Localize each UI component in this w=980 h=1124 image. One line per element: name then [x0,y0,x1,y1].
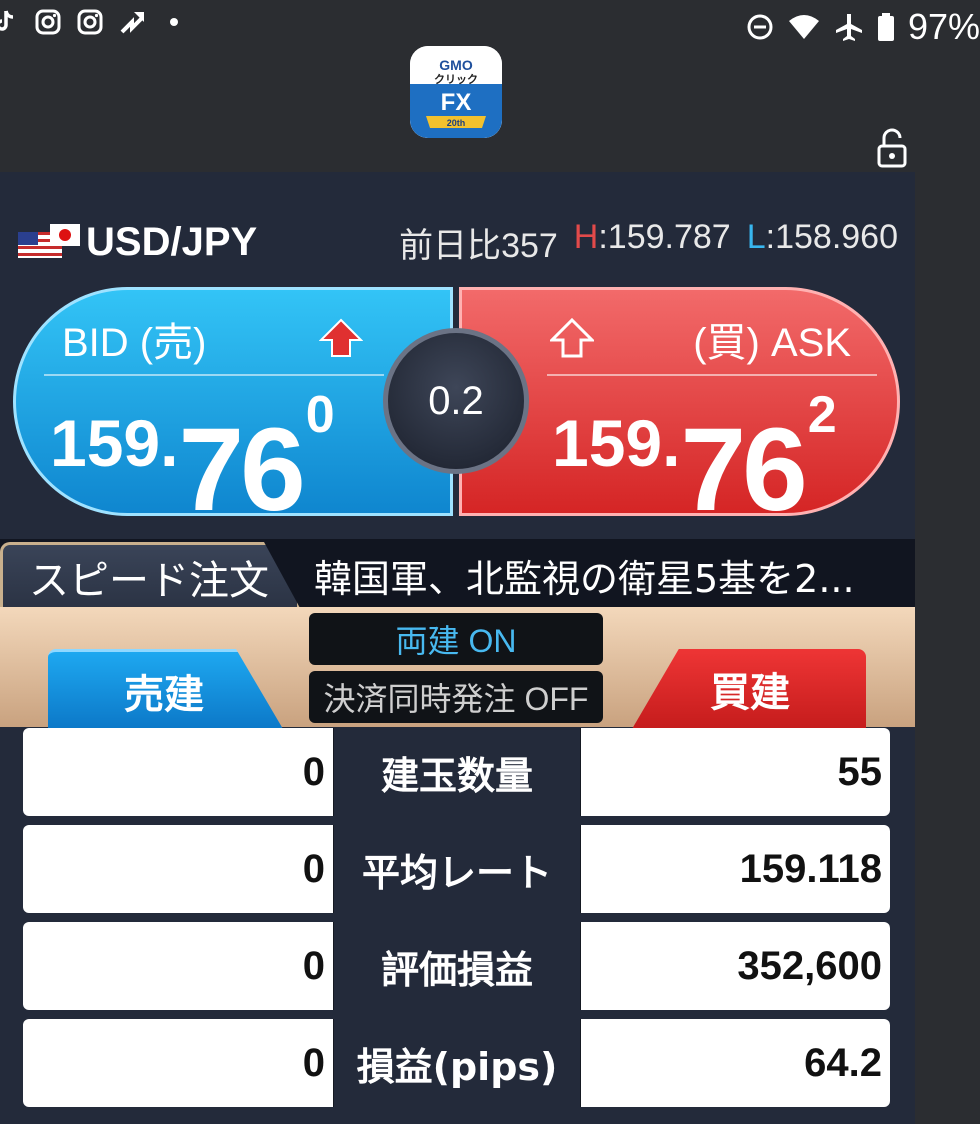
low-value: :158.960 [765,217,898,256]
ask-divider [547,374,877,376]
change-label: 前日比 [399,226,502,265]
hedge-toggle[interactable]: 両建 ON [309,613,603,665]
buy-position-value: 64.2 [581,1019,890,1107]
arrow-up-icon [319,318,363,357]
speed-order-tab[interactable]: スピード注文 [0,542,300,608]
table-row: 0 建玉数量 55 [23,728,890,816]
change-value: 357 [501,226,558,265]
news-ticker[interactable]: 韓国軍、北監視の衛星5基を2... [314,548,855,603]
bid-price-small: 159. [50,406,179,480]
sync-arrow-icon [120,12,144,34]
sell-position-value: 0 [23,728,333,816]
low-label: L [746,217,766,256]
high-label: H [573,217,599,256]
instagram-icon [77,9,103,35]
tiktok-icon [0,10,14,31]
battery-percent: 97% [907,6,980,47]
gmo-logo-icon: GMO クリック FX 20th [410,46,502,138]
row-label: 平均レート [333,825,581,913]
ask-price-sup: 2 [807,386,837,444]
ask-price-small: 159. [552,406,681,480]
pair-stats: 前日比357 H:159.787 L:158.960 [399,218,898,267]
sell-open-button[interactable]: 売建 [48,649,283,729]
bid-price-sup: 0 [305,386,335,444]
svg-text:FX: FX [441,89,472,116]
buy-open-button[interactable]: 買建 [632,649,866,729]
unlock-icon[interactable] [876,128,908,168]
currency-pair-name: USD/JPY [86,219,258,264]
status-bar: 97% [0,0,980,50]
dot-icon [170,18,178,26]
airplane-icon [835,14,862,41]
ask-label: (買) ASK [693,321,851,365]
spread-indicator: 0.2 [383,328,529,474]
arrow-up-outline-icon [550,318,594,358]
high-group: H:159.787 [574,218,731,267]
usd-jpy-flag-icon [18,224,80,258]
trading-panel: USD/JPY 前日比357 H:159.787 L:158.960 BID (… [0,172,915,1124]
buy-position-value: 352,600 [581,922,890,1010]
sell-position-value: 0 [23,1019,333,1107]
buy-position-value: 159.118 [581,825,890,913]
row-label: 建玉数量 [333,728,581,816]
instagram-icon [35,9,61,35]
wifi-icon [788,15,819,39]
table-row: 0 損益(pips) 64.2 [23,1019,890,1107]
app-logo[interactable]: GMO クリック FX 20th [410,46,502,138]
bid-divider [44,374,384,376]
bid-price: 159.760 [50,385,335,516]
ask-price-big: 76 [680,404,807,516]
order-area: 売建 買建 両建 ON 決済同時発注 OFF [0,607,915,729]
sell-position-value: 0 [23,825,333,913]
svg-text:20th: 20th [447,118,466,128]
buy-position-value: 55 [581,728,890,816]
svg-text:クリック: クリック [434,73,478,86]
settle-toggle[interactable]: 決済同時発注 OFF [309,671,603,723]
change-group: 前日比357 [399,218,558,267]
row-label: 損益(pips) [333,1019,581,1107]
bid-label: BID (売) [62,321,207,365]
svg-text:GMO: GMO [439,57,473,73]
dnd-icon [747,14,773,40]
currency-pair-row[interactable]: USD/JPY 前日比357 H:159.787 L:158.960 [18,218,898,267]
high-value: :159.787 [598,217,731,256]
table-row: 0 評価損益 352,600 [23,922,890,1010]
sell-position-value: 0 [23,922,333,1010]
bid-price-big: 76 [178,404,305,516]
battery-icon [877,13,894,41]
low-group: L:158.960 [747,218,898,267]
table-row: 0 平均レート 159.118 [23,825,890,913]
ask-price: 159.762 [552,385,837,516]
row-label: 評価損益 [333,922,581,1010]
